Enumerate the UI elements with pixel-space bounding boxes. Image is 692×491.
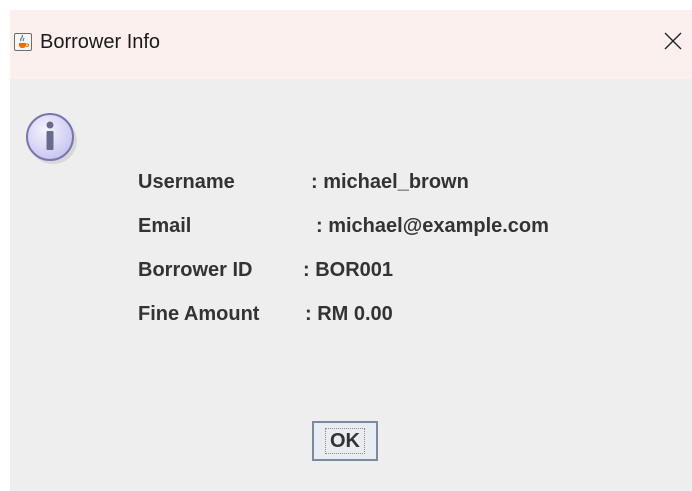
borrower-id-label: Borrower ID [138, 259, 253, 281]
borrower-info-dialog: Borrower Info Username : michael_brown E… [10, 10, 692, 491]
detail-row-username: Username : michael_brown [138, 164, 469, 208]
window-title: Borrower Info [40, 31, 161, 53]
ok-button-label: OK [325, 428, 365, 454]
borrower-details: Username : michael_brown Email : michael… [138, 164, 549, 340]
detail-row-fine-amount: Fine Amount : RM 0.00 [138, 296, 393, 340]
close-button[interactable] [658, 26, 688, 56]
detail-row-email: Email : michael@example.com [138, 208, 549, 252]
java-cup-icon [14, 33, 32, 51]
detail-row-borrower-id: Borrower ID : BOR001 [138, 252, 393, 296]
ok-button[interactable]: OK [312, 421, 378, 461]
close-icon [664, 32, 682, 50]
borrower-id-value: : BOR001 [303, 259, 394, 281]
fine-amount-label: Fine Amount [138, 303, 260, 325]
info-icon [24, 110, 80, 166]
username-value: : michael_brown [311, 171, 469, 193]
email-value: : michael@example.com [316, 215, 549, 237]
email-label: Email [138, 215, 192, 237]
username-label: Username [138, 171, 235, 193]
fine-amount-value: : RM 0.00 [305, 303, 393, 325]
title-bar[interactable]: Borrower Info [10, 10, 692, 79]
